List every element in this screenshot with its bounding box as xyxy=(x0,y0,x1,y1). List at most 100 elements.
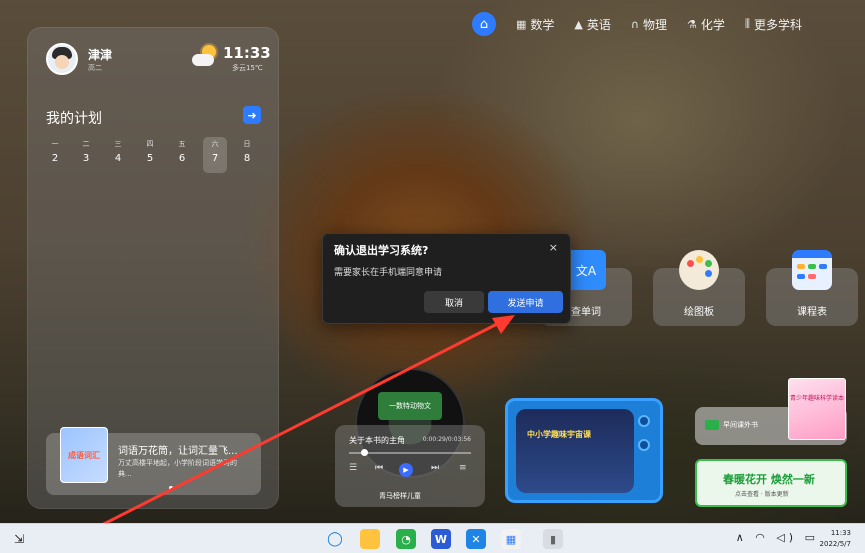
day-date: 2 xyxy=(51,153,59,164)
next-icon[interactable]: ⏭ xyxy=(431,463,439,473)
day-item[interactable]: 四5 xyxy=(138,137,162,173)
day-date: 6 xyxy=(178,153,186,164)
nav-item-chemistry[interactable]: ⚗ 化学 xyxy=(687,16,725,33)
nav-item-more-subjects[interactable]: ⫼ 更多学科 xyxy=(745,16,802,33)
physics-icon: ∩ xyxy=(630,17,639,31)
user-name: 津津 xyxy=(88,48,113,62)
spring-banner[interactable]: 春暖花开 焕然一新 点击查看 · 版本更新 xyxy=(695,459,847,507)
more-subjects-icon: ⫼ xyxy=(744,17,750,30)
nav-label: 化学 xyxy=(700,17,725,32)
math-icon: ▦ xyxy=(516,17,527,31)
dialog-title: 确认退出学习系统? xyxy=(334,244,429,257)
day-weekday: 二 xyxy=(82,140,90,148)
calendar-icon xyxy=(792,250,832,290)
plan-week: 一2 二3 三4 四5 五6 六7 日8 xyxy=(43,137,271,173)
nav-item-english[interactable]: ▲ 英语 xyxy=(574,16,610,33)
day-weekday: 六 xyxy=(211,140,219,148)
tv-knob-icon xyxy=(638,415,650,427)
plan-arrow-button[interactable]: ➜ xyxy=(243,106,261,124)
app-label: 绘图板 xyxy=(684,307,714,318)
recommend-thumbnail: 成语词汇 xyxy=(60,427,108,483)
track-time: 0:00:29/0:03:56 xyxy=(422,436,471,443)
book-cover[interactable]: 青少年趣味科学读本 xyxy=(788,378,846,440)
day-weekday: 日 xyxy=(243,140,251,148)
chemistry-icon: ⚗ xyxy=(686,17,697,31)
subject-nav: ⌂ ▦ 数学 ▲ 英语 ∩ 物理 ⚗ 化学 ⫼ 更多学科 xyxy=(470,10,865,38)
tv-knob-icon xyxy=(638,439,650,451)
palette-icon xyxy=(679,250,719,290)
avatar[interactable] xyxy=(46,43,78,75)
translate-icon: 文A xyxy=(566,250,606,290)
taskbar-clock[interactable]: 11:33 2022/5/7 xyxy=(820,528,851,550)
disc-label: 一数特动物文 xyxy=(378,392,442,420)
recycle-bin-icon[interactable]: ▮ xyxy=(543,529,563,549)
tv-course-widget[interactable]: 中小学趣味宇宙课 xyxy=(505,398,663,503)
left-panel: 津津 高二 11:33 多云15℃ 我的计划 ➜ 一2 二3 三4 四5 五6 … xyxy=(27,27,279,509)
tv-screen-text: 中小学趣味宇宙课 xyxy=(527,430,591,439)
day-item[interactable]: 三4 xyxy=(106,137,130,173)
clock-date: 2022/5/7 xyxy=(819,540,851,548)
app-tile-schedule[interactable]: 课程表 xyxy=(766,250,858,326)
app-grid-icon[interactable]: ▦ xyxy=(501,529,521,549)
taskbar: ⇲ ◯ ◔ W ✕ ▦ ▮ ∧ ◠ ◁) ▭ 11:33 2022/5/7 xyxy=(0,523,865,553)
partly-cloudy-icon xyxy=(192,45,220,69)
recommend-card[interactable]: 成语词汇 词语万花筒，让词汇量飞... 万丈高楼平地起，小学阶段词语学习的典..… xyxy=(46,427,261,495)
day-weekday: 三 xyxy=(114,140,122,148)
nav-item-math[interactable]: ▦ 数学 xyxy=(516,16,554,33)
spring-title: 春暖花开 焕然一新 xyxy=(723,473,815,486)
folder-icon[interactable] xyxy=(360,529,380,549)
wechat-icon[interactable]: ◔ xyxy=(396,529,416,549)
close-icon[interactable]: × xyxy=(549,241,558,254)
spring-subtitle: 点击查看 · 版本更新 xyxy=(735,491,789,498)
day-item[interactable]: 五6 xyxy=(170,137,194,173)
clock-time: 11:33 xyxy=(223,44,271,62)
nav-item-physics[interactable]: ∩ 物理 xyxy=(631,16,667,33)
nav-label: 更多学科 xyxy=(753,17,802,32)
book-card-label: 早间课外书 xyxy=(723,421,758,429)
day-date: 7 xyxy=(211,153,219,164)
queue-icon[interactable]: ≡ xyxy=(459,463,467,473)
clock-time: 11:33 xyxy=(830,529,851,537)
day-item[interactable]: 日8 xyxy=(235,137,259,173)
day-date: 5 xyxy=(146,153,154,164)
nav-label: 物理 xyxy=(642,17,667,32)
play-button[interactable]: ▶ xyxy=(399,463,413,477)
english-icon: ▲ xyxy=(574,17,583,31)
previous-icon[interactable]: ⏮ xyxy=(375,463,383,473)
day-date: 4 xyxy=(114,153,122,164)
play-icon: ▶ xyxy=(403,466,409,474)
day-item-selected[interactable]: 六7 xyxy=(203,137,227,173)
word-icon[interactable]: W xyxy=(431,529,451,549)
day-weekday: 四 xyxy=(146,140,154,148)
search-icon[interactable]: ◯ xyxy=(325,529,345,549)
progress-knob[interactable] xyxy=(361,449,368,456)
plan-title: 我的计划 xyxy=(46,111,102,127)
exit-confirm-dialog: 确认退出学习系统? × 需要家长在手机端同意申请 取消 发送申请 xyxy=(322,233,571,324)
track-source: 青马榜样儿童 xyxy=(379,492,421,500)
track-title: 关于本书的主角 xyxy=(349,436,405,445)
carousel-dot[interactable] xyxy=(169,486,173,490)
music-player: 关于本书的主角 0:00:29/0:03:56 ☰ ⏮ ▶ ⏭ ≡ 青马榜样儿童 xyxy=(335,425,485,507)
home-icon: ⌂ xyxy=(479,16,489,32)
recommend-desc: 万丈高楼平地起，小学阶段词语学习的典... xyxy=(118,459,237,478)
app-tile-drawing-board[interactable]: 绘图板 xyxy=(653,250,745,326)
day-date: 8 xyxy=(243,153,251,164)
day-item[interactable]: 二3 xyxy=(74,137,98,173)
home-button[interactable]: ⌂ xyxy=(472,12,496,36)
nav-label: 数学 xyxy=(530,17,555,32)
playlist-icon[interactable]: ☰ xyxy=(349,463,357,473)
nav-label: 英语 xyxy=(586,17,611,32)
app-label: 课程表 xyxy=(797,307,827,318)
send-request-button[interactable]: 发送申请 xyxy=(488,291,563,313)
book-icon xyxy=(705,420,719,430)
day-weekday: 五 xyxy=(178,140,186,148)
arrow-right-icon: ➜ xyxy=(247,108,257,122)
calculator-icon[interactable]: ✕ xyxy=(466,529,486,549)
dialog-message: 需要家长在手机端同意申请 xyxy=(334,268,443,278)
day-weekday: 一 xyxy=(51,140,59,148)
system-tray[interactable]: ∧ ◠ ◁) ▭ xyxy=(736,531,819,544)
day-date: 3 xyxy=(82,153,90,164)
exit-icon[interactable]: ⇲ xyxy=(14,532,28,546)
day-item[interactable]: 一2 xyxy=(43,137,67,173)
cancel-button[interactable]: 取消 xyxy=(424,291,484,313)
